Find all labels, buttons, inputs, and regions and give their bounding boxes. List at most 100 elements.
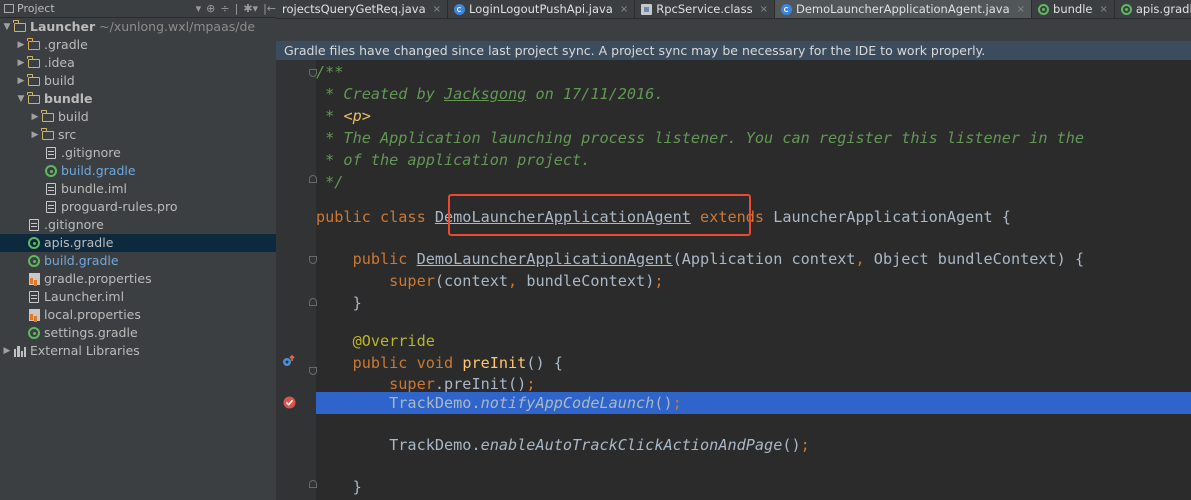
tree-item[interactable]: settings.gradle [0, 324, 276, 342]
collapsed-arrow-icon[interactable]: ▶ [16, 72, 26, 90]
code-line[interactable]: * of the application project. [316, 149, 1191, 171]
collapsed-arrow-icon[interactable]: ▶ [30, 126, 40, 144]
editor-tab[interactable]: DemoLauncherApplicationAgent.java × [774, 0, 1033, 18]
code-line[interactable]: } [316, 476, 1191, 498]
folder-icon-glyph [27, 73, 40, 86]
semicolon: ; [526, 375, 536, 393]
method-declaration-line[interactable]: public void preInit() { [316, 352, 1191, 374]
tree-item[interactable]: ▼ Launcher ~/xunlong.wxl/mpaas/de [0, 18, 276, 36]
folder-icon-glyph [41, 127, 54, 140]
code-line[interactable]: * <p> [316, 105, 1191, 127]
code-line[interactable]: * Created by Jacksgong on 17/11/2016. [316, 83, 1191, 105]
close-icon[interactable]: × [620, 4, 628, 15]
close-icon[interactable]: × [1099, 4, 1107, 15]
tree-item-label: gradle.properties [44, 271, 152, 286]
collapsed-arrow-icon[interactable]: ▶ [30, 108, 40, 126]
close-icon[interactable]: × [433, 4, 441, 15]
divider-icon: | [234, 2, 239, 15]
breakpoint-line[interactable]: TrackDemo.notifyAppCodeLaunch(); [316, 392, 1191, 414]
collapsed-arrow-icon[interactable]: ▶ [16, 36, 26, 54]
code-line[interactable]: * The Application launching process list… [316, 127, 1191, 149]
tree-item[interactable]: ▶ .idea [0, 54, 276, 72]
code-line[interactable]: */ [316, 171, 1191, 193]
collapsed-arrow-icon[interactable]: ▶ [16, 54, 26, 72]
constructor-line[interactable]: public DemoLauncherApplicationAgent(Appl… [316, 248, 1191, 270]
tree-item-label: External Libraries [30, 343, 140, 358]
override-method-icon[interactable] [282, 354, 296, 368]
tree-item[interactable]: proguard-rules.pro [0, 198, 276, 216]
properties-file-icon-glyph [28, 309, 40, 321]
superclass-name: LauncherApplicationAgent { [764, 208, 1011, 226]
editor-tab[interactable]: apis.gradle× [1115, 0, 1191, 18]
tree-item-path: ~/xunlong.wxl/mpaas/de [95, 19, 256, 34]
tab-label: LoginLogoutPushApi.java [469, 2, 613, 16]
tab-label: apis.gradle [1135, 2, 1191, 16]
tree-item[interactable]: build.gradle [0, 162, 276, 180]
tree-item[interactable]: ▶ External Libraries [0, 342, 276, 360]
static-method-call[interactable]: enableAutoTrackClickActionAndPage [481, 436, 783, 454]
tree-item[interactable]: ▶ src [0, 126, 276, 144]
code-editor[interactable]: /** * Created by Jacksgong on 17/11/2016… [309, 60, 1191, 500]
locate-icon[interactable]: ⊕ [206, 2, 215, 15]
folder-icon-glyph [41, 109, 54, 122]
tree-item[interactable]: ▶ build [0, 108, 276, 126]
folder-icon [41, 108, 55, 126]
tree-item-label: .gitignore [61, 145, 121, 160]
gradle-file-icon-glyph [28, 327, 40, 339]
code-line[interactable]: } [316, 292, 1191, 314]
constructor-name[interactable]: DemoLauncherApplicationAgent [417, 250, 673, 268]
file-icon [44, 198, 58, 216]
tree-item[interactable]: Launcher.iml [0, 288, 276, 306]
call-args: bundleContext) [517, 272, 655, 290]
doc-comment-text: * Created by [316, 85, 445, 103]
keyword-public-class: public class [316, 208, 435, 226]
tree-item[interactable]: apis.gradle [0, 234, 276, 252]
tree-item[interactable]: ▶ .gradle [0, 36, 276, 54]
gradle-file-icon [1038, 3, 1050, 15]
method-name[interactable]: preInit [462, 354, 526, 372]
tree-item[interactable]: ▼ bundle [0, 90, 276, 108]
close-icon[interactable]: × [760, 4, 768, 15]
hide-icon[interactable]: |← [263, 2, 276, 15]
code-line[interactable]: super(context, bundleContext); [316, 270, 1191, 292]
static-method-call[interactable]: notifyAppCodeLaunch [481, 394, 655, 412]
code-line[interactable]: TrackDemo.enableAutoTrackClickActionAndP… [316, 434, 1191, 456]
tree-item[interactable]: .gitignore [0, 144, 276, 162]
expanded-arrow-icon[interactable]: ▼ [16, 90, 26, 108]
code-line[interactable]: @Override [316, 330, 1191, 352]
dropdown-icon[interactable]: ▾ [196, 2, 202, 15]
tree-item[interactable]: bundle.iml [0, 180, 276, 198]
tree-item[interactable]: build.gradle [0, 252, 276, 270]
collapsed-arrow-icon[interactable]: ▶ [2, 342, 12, 360]
module-folder-icon [13, 18, 27, 36]
folder-icon [27, 72, 41, 90]
gradle-file-icon [1120, 3, 1132, 15]
project-view-selector[interactable]: Project [4, 2, 55, 15]
code-line[interactable]: /** [316, 61, 1191, 83]
constructor-param: (Application context [672, 250, 856, 268]
gradle-file-icon [27, 252, 41, 270]
editor-tab[interactable]: RpcService.class × [635, 0, 775, 18]
tree-item[interactable]: gradle.properties [0, 270, 276, 288]
editor-tab[interactable]: LoginLogoutPushApi.java × [448, 0, 636, 18]
class-name-highlight-box [448, 194, 751, 236]
tree-item[interactable]: local.properties [0, 306, 276, 324]
editor-tab[interactable]: bundle × [1032, 0, 1115, 18]
gradle-file-icon-glyph [28, 255, 40, 267]
collapse-icon[interactable]: ÷ [220, 2, 229, 15]
doc-comment-text: * of the application project. [316, 151, 591, 169]
folder-icon [27, 36, 41, 54]
tree-item[interactable]: ▶ build [0, 72, 276, 90]
editor-tab[interactable]: rojectsQueryGetReq.java × [276, 0, 449, 18]
settings-icon[interactable]: ✱▾ [243, 2, 258, 15]
gradle-file-icon-glyph [45, 165, 57, 177]
expanded-arrow-icon[interactable]: ▼ [2, 18, 12, 36]
tree-item-label: build.gradle [44, 253, 119, 268]
java-class-icon [780, 3, 792, 15]
breakpoint-icon[interactable] [283, 396, 296, 409]
tree-item[interactable]: .gitignore [0, 216, 276, 234]
close-icon[interactable]: × [1017, 4, 1025, 15]
tab-label: bundle [1053, 2, 1093, 16]
semicolon: ; [654, 272, 664, 290]
project-panel-toolbar: ▾ ⊕ ÷ | ✱▾ |← [196, 2, 276, 15]
